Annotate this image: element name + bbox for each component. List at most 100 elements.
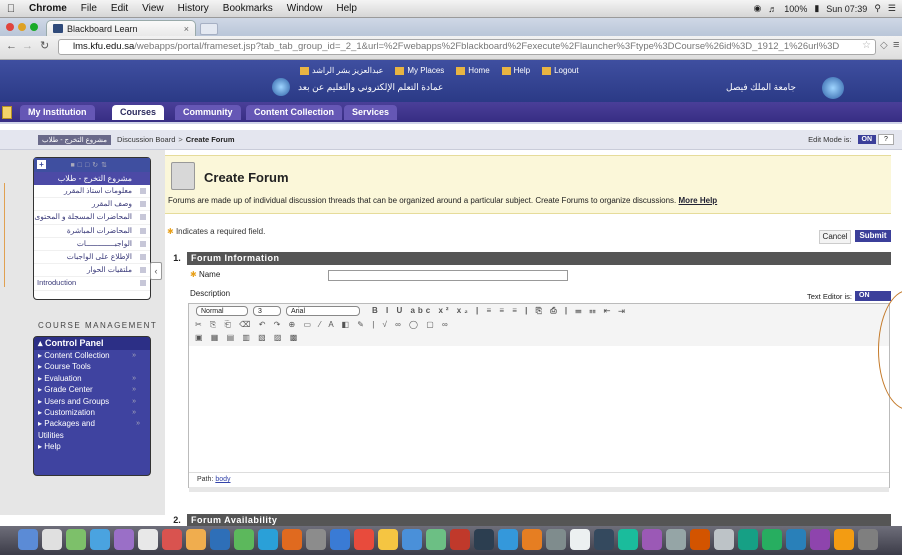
dock-app-icon[interactable] (282, 529, 302, 550)
notification-list-icon[interactable]: ☰ (888, 3, 896, 14)
battery-percent[interactable]: 100% (784, 4, 807, 14)
dock-app-icon[interactable] (810, 529, 830, 550)
control-panel-item[interactable]: ▸ Course Tools (34, 361, 150, 372)
menu-history[interactable]: History (171, 3, 216, 14)
window-minimize-button[interactable] (18, 23, 26, 31)
dock-app-icon[interactable] (402, 529, 422, 550)
reload-icon[interactable]: ↻ (40, 39, 49, 52)
header-user-name[interactable]: عبدالعزيز بشر الراشد (300, 66, 383, 75)
dock-app-icon[interactable] (210, 529, 230, 550)
menu-file[interactable]: File (74, 3, 104, 14)
dock-app-icon[interactable] (570, 529, 590, 550)
font-family-select[interactable]: Arial (286, 306, 360, 316)
dock-app-icon[interactable] (354, 529, 374, 550)
course-menu-item[interactable]: المحاضرات المسجلة و المحتوى (34, 211, 150, 225)
course-menu-item[interactable]: المحاضرات المباشرة (34, 225, 150, 238)
window-zoom-button[interactable] (30, 23, 38, 31)
dock-app-icon[interactable] (690, 529, 710, 550)
course-menu-item[interactable]: معلومات استاذ المقرر (34, 185, 150, 199)
editor-body[interactable] (189, 346, 889, 472)
format-select[interactable]: Normal (196, 306, 248, 316)
text-editor-toggle[interactable]: ON (855, 291, 891, 301)
breadcrumb-discussion-board[interactable]: Discussion Board (117, 135, 175, 144)
more-help-link[interactable]: More Help (679, 196, 718, 205)
dock-app-icon[interactable] (18, 529, 38, 550)
dock-app-icon[interactable] (330, 529, 350, 550)
address-bar[interactable]: lms.kfu.edu.sa/webapps/portal/frameset.j… (58, 39, 876, 55)
shield-icon[interactable]: ◇ (880, 40, 888, 51)
window-close-button[interactable] (6, 23, 14, 31)
dock-app-icon[interactable] (66, 529, 86, 550)
spotlight-icon[interactable]: ⚲ (874, 3, 881, 14)
course-menu-item[interactable]: الواجبـــــــــــــات (34, 238, 150, 251)
dock-app-icon[interactable] (618, 529, 638, 550)
course-menu-title[interactable]: مشروع التخرج - طلاب (34, 172, 150, 185)
tab-courses[interactable]: Courses (112, 105, 165, 120)
control-panel-item[interactable]: ▸ Grade Center» (34, 384, 150, 395)
menu-edit[interactable]: Edit (104, 3, 135, 14)
dock-app-icon[interactable] (186, 529, 206, 550)
control-panel-item[interactable]: ▸ Content Collection» (34, 350, 150, 361)
menu-view[interactable]: View (135, 3, 171, 14)
cancel-button[interactable]: Cancel (819, 230, 851, 244)
course-menu-item[interactable]: Introduction (34, 277, 150, 291)
menu-window[interactable]: Window (280, 3, 330, 14)
dock-app-icon[interactable] (738, 529, 758, 550)
control-panel-item[interactable]: ▸ Customization» (34, 407, 150, 418)
dock-app-icon[interactable] (258, 529, 278, 550)
forum-name-input[interactable] (328, 270, 568, 281)
wifi-icon[interactable]: ◉ (753, 3, 761, 14)
path-body-link[interactable]: body (215, 476, 230, 483)
dock-app-icon[interactable] (90, 529, 110, 550)
collapse-sidebar-icon[interactable]: ‹ (150, 262, 162, 280)
volume-icon[interactable]: ♬ (768, 4, 777, 14)
dock-app-icon[interactable] (306, 529, 326, 550)
dock-app-icon[interactable] (642, 529, 662, 550)
dock-app-icon[interactable] (834, 529, 854, 550)
course-menu-item[interactable]: وصف المقرر (34, 198, 150, 212)
course-menu-item[interactable]: الإطلاع على الواجبات (34, 251, 150, 265)
course-menu-view-icons[interactable]: ■□□↻⇅ (71, 161, 110, 169)
dock-app-icon[interactable] (666, 529, 686, 550)
dock-app-icon[interactable] (858, 529, 878, 550)
course-menu-item[interactable]: ملتقيات الحوار (34, 264, 150, 278)
forward-arrow-icon[interactable]: → (22, 40, 33, 52)
tab-services[interactable]: Services (344, 105, 398, 120)
dock-app-icon[interactable] (450, 529, 470, 550)
dock-app-icon[interactable] (786, 529, 806, 550)
menu-app-chrome[interactable]: Chrome (22, 3, 74, 14)
dock-app-icon[interactable] (498, 529, 518, 550)
control-panel-title[interactable]: ▴ Control Panel (34, 337, 150, 350)
font-size-select[interactable]: 3 (253, 306, 281, 316)
dock-app-icon[interactable] (378, 529, 398, 550)
tab-content-collection[interactable]: Content Collection (246, 105, 342, 120)
control-panel-item[interactable]: ▸ Help (34, 441, 150, 452)
header-link-logout[interactable]: Logout (542, 66, 579, 75)
submit-button[interactable]: Submit (855, 230, 891, 242)
header-link-help[interactable]: Help (501, 66, 530, 75)
dock-app-icon[interactable] (474, 529, 494, 550)
back-arrow-icon[interactable]: ← (6, 40, 17, 52)
new-tab-button[interactable] (200, 23, 218, 35)
editor-edit-buttons-icon[interactable]: ✂ ⎘ ⎗ ⌫ ↶ ↷ ⊕ ▭ ⁄ A ◧ ✎ | √ ∞ ◯ ▢ ∞ (195, 320, 451, 330)
dock-app-icon[interactable] (522, 529, 542, 550)
add-menu-item-icon[interactable]: + (37, 160, 46, 169)
bookmark-star-icon[interactable]: ☆ (862, 40, 871, 51)
breadcrumb-course[interactable]: مشروع التخرج - طلاب (38, 134, 112, 145)
menu-help[interactable]: Help (329, 3, 364, 14)
header-link-my-places[interactable]: My Places (395, 66, 444, 75)
menu-bookmarks[interactable]: Bookmarks (216, 3, 280, 14)
dock-app-icon[interactable] (42, 529, 62, 550)
dock-app-icon[interactable] (426, 529, 446, 550)
dock-app-icon[interactable] (546, 529, 566, 550)
dock-app-icon[interactable] (714, 529, 734, 550)
control-panel-item[interactable]: ▸ Users and Groups» (34, 396, 150, 407)
control-panel-item[interactable]: ▸ Evaluation» (34, 373, 150, 384)
dock-app-icon[interactable] (762, 529, 782, 550)
dock-app-icon[interactable] (114, 529, 134, 550)
chrome-menu-icon[interactable]: ≡ (893, 39, 899, 51)
header-link-home[interactable]: Home (456, 66, 490, 75)
dock-app-icon[interactable] (138, 529, 158, 550)
clock[interactable]: Sun 07:39 (826, 4, 867, 14)
edit-mode-toggle[interactable]: ON (857, 135, 876, 144)
